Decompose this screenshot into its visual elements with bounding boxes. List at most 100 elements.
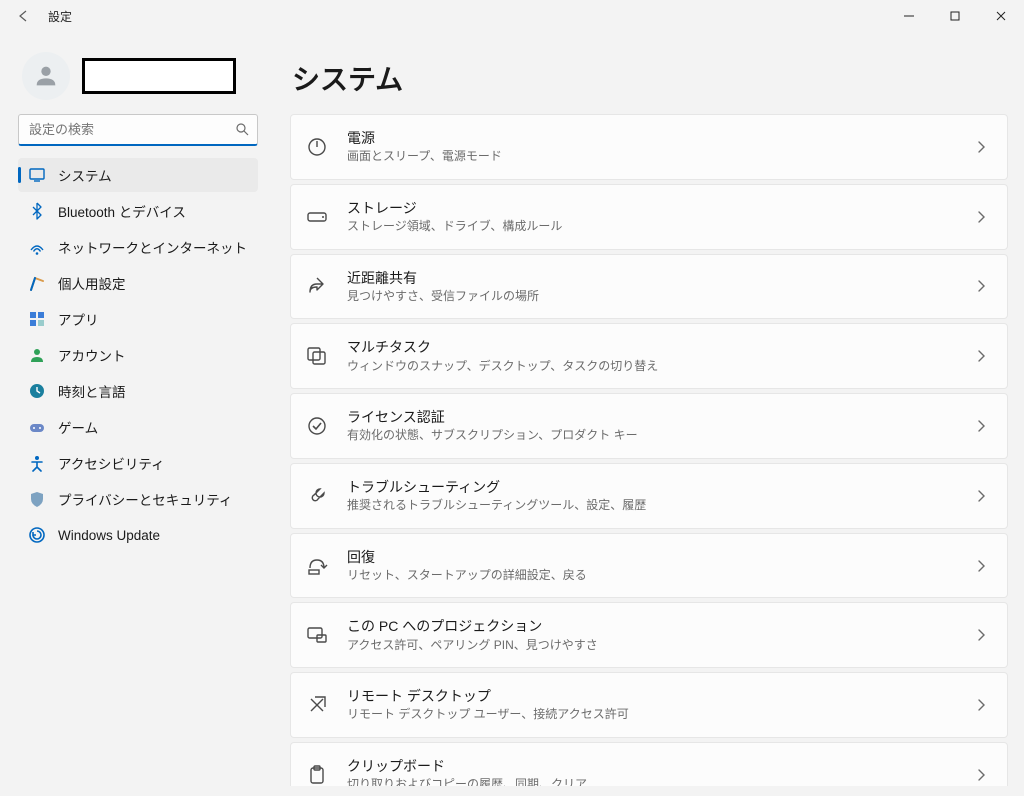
card-list: 電源 画面とスリープ、電源モード ストレージ ストレージ領域、ドライブ、構成ルー… [290, 114, 1008, 786]
card-power[interactable]: 電源 画面とスリープ、電源モード [290, 114, 1008, 180]
card-text: マルチタスク ウィンドウのスナップ、デスクトップ、タスクの切り替え [347, 338, 955, 374]
card-text: 回復 リセット、スタートアップの詳細設定、戻る [347, 548, 955, 584]
wrench-icon [305, 484, 329, 508]
apps-icon [28, 310, 46, 328]
card-recovery[interactable]: 回復 リセット、スタートアップの詳細設定、戻る [290, 533, 1008, 599]
nav-label: Windows Update [58, 528, 160, 543]
card-activation[interactable]: ライセンス認証 有効化の状態、サブスクリプション、プロダクト キー [290, 393, 1008, 459]
remote-icon [305, 693, 329, 717]
card-title: ストレージ [347, 199, 955, 217]
nav-item-personalization[interactable]: 個人用設定 [18, 266, 258, 300]
card-subtitle: 切り取りおよびコピーの履歴、同期、クリア [347, 777, 955, 786]
search-input[interactable] [18, 114, 258, 146]
titlebar: 設定 [0, 0, 1024, 32]
nav-item-time[interactable]: 時刻と言語 [18, 374, 258, 408]
nav-item-system[interactable]: システム [18, 158, 258, 192]
check-icon [305, 414, 329, 438]
storage-icon [305, 205, 329, 229]
chevron-right-icon [973, 208, 989, 226]
nav-label: ゲーム [58, 417, 98, 437]
card-subtitle: ウィンドウのスナップ、デスクトップ、タスクの切り替え [347, 359, 955, 375]
projection-icon [305, 623, 329, 647]
nav-label: システム [58, 165, 112, 185]
card-subtitle: 有効化の状態、サブスクリプション、プロダクト キー [347, 428, 955, 444]
multitask-icon [305, 344, 329, 368]
card-title: 回復 [347, 548, 955, 566]
gamepad-icon [28, 418, 46, 436]
card-text: 近距離共有 見つけやすさ、受信ファイルの場所 [347, 269, 955, 305]
chevron-right-icon [973, 487, 989, 505]
page-title: システム [292, 58, 1008, 98]
card-troubleshoot[interactable]: トラブルシューティング 推奨されるトラブルシューティングツール、設定、履歴 [290, 463, 1008, 529]
recovery-icon [305, 554, 329, 578]
brush-icon [28, 274, 46, 292]
card-title: ライセンス認証 [347, 408, 955, 426]
close-button[interactable] [978, 0, 1024, 32]
card-title: クリップボード [347, 757, 955, 775]
share-icon [305, 274, 329, 298]
nav-label: アカウント [58, 345, 126, 365]
card-text: ライセンス認証 有効化の状態、サブスクリプション、プロダクト キー [347, 408, 955, 444]
card-title: マルチタスク [347, 338, 955, 356]
nav-item-network[interactable]: ネットワークとインターネット [18, 230, 258, 264]
nav-item-account[interactable]: アカウント [18, 338, 258, 372]
card-text: この PC へのプロジェクション アクセス許可、ペアリング PIN、見つけやすさ [347, 617, 955, 653]
window-controls [886, 0, 1024, 32]
nav-item-update[interactable]: Windows Update [18, 518, 258, 552]
nav-list: システム Bluetooth とデバイス ネットワークとインターネット 個人用設… [18, 158, 258, 552]
card-title: トラブルシューティング [347, 478, 955, 496]
nav-item-apps[interactable]: アプリ [18, 302, 258, 336]
update-icon [28, 526, 46, 544]
chevron-right-icon [973, 347, 989, 365]
nav-item-privacy[interactable]: プライバシーとセキュリティ [18, 482, 258, 516]
card-multitask[interactable]: マルチタスク ウィンドウのスナップ、デスクトップ、タスクの切り替え [290, 323, 1008, 389]
system-icon [28, 166, 46, 184]
card-subtitle: リモート デスクトップ ユーザー、接続アクセス許可 [347, 707, 955, 723]
card-nearby-share[interactable]: 近距離共有 見つけやすさ、受信ファイルの場所 [290, 254, 1008, 320]
card-subtitle: ストレージ領域、ドライブ、構成ルール [347, 219, 955, 235]
window-title: 設定 [48, 8, 72, 25]
account-icon [28, 346, 46, 364]
card-subtitle: リセット、スタートアップの詳細設定、戻る [347, 568, 955, 584]
search-icon [234, 121, 250, 137]
card-text: 電源 画面とスリープ、電源モード [347, 129, 955, 165]
card-subtitle: 推奨されるトラブルシューティングツール、設定、履歴 [347, 498, 955, 514]
nav-label: アクセシビリティ [58, 453, 165, 473]
accessibility-icon [28, 454, 46, 472]
chevron-right-icon [973, 417, 989, 435]
card-remote-desktop[interactable]: リモート デスクトップ リモート デスクトップ ユーザー、接続アクセス許可 [290, 672, 1008, 738]
nav-label: Bluetooth とデバイス [58, 201, 186, 221]
user-name-redacted [82, 58, 236, 94]
nav-label: アプリ [58, 309, 99, 329]
minimize-button[interactable] [886, 0, 932, 32]
maximize-button[interactable] [932, 0, 978, 32]
wifi-icon [28, 238, 46, 256]
user-header[interactable] [18, 48, 258, 112]
search-box[interactable] [18, 114, 258, 146]
nav-item-accessibility[interactable]: アクセシビリティ [18, 446, 258, 480]
card-text: リモート デスクトップ リモート デスクトップ ユーザー、接続アクセス許可 [347, 687, 955, 723]
card-text: ストレージ ストレージ領域、ドライブ、構成ルール [347, 199, 955, 235]
main-content: システム 電源 画面とスリープ、電源モード ストレージ ストレージ領域、ドライブ… [268, 42, 1014, 786]
chevron-right-icon [973, 277, 989, 295]
card-storage[interactable]: ストレージ ストレージ領域、ドライブ、構成ルール [290, 184, 1008, 250]
back-button[interactable] [14, 6, 34, 26]
nav-item-game[interactable]: ゲーム [18, 410, 258, 444]
card-projection[interactable]: この PC へのプロジェクション アクセス許可、ペアリング PIN、見つけやすさ [290, 602, 1008, 668]
nav-item-bluetooth[interactable]: Bluetooth とデバイス [18, 194, 258, 228]
avatar [22, 52, 70, 100]
clock-icon [28, 382, 46, 400]
card-title: この PC へのプロジェクション [347, 617, 955, 635]
card-title: リモート デスクトップ [347, 687, 955, 705]
clipboard-icon [305, 763, 329, 786]
nav-label: ネットワークとインターネット [58, 237, 247, 257]
bluetooth-icon [28, 202, 46, 220]
nav-label: プライバシーとセキュリティ [58, 489, 232, 509]
card-title: 近距離共有 [347, 269, 955, 287]
chevron-right-icon [973, 696, 989, 714]
chevron-right-icon [973, 626, 989, 644]
card-subtitle: アクセス許可、ペアリング PIN、見つけやすさ [347, 638, 955, 654]
sidebar: システム Bluetooth とデバイス ネットワークとインターネット 個人用設… [8, 42, 268, 786]
card-clipboard[interactable]: クリップボード 切り取りおよびコピーの履歴、同期、クリア [290, 742, 1008, 786]
chevron-right-icon [973, 138, 989, 156]
